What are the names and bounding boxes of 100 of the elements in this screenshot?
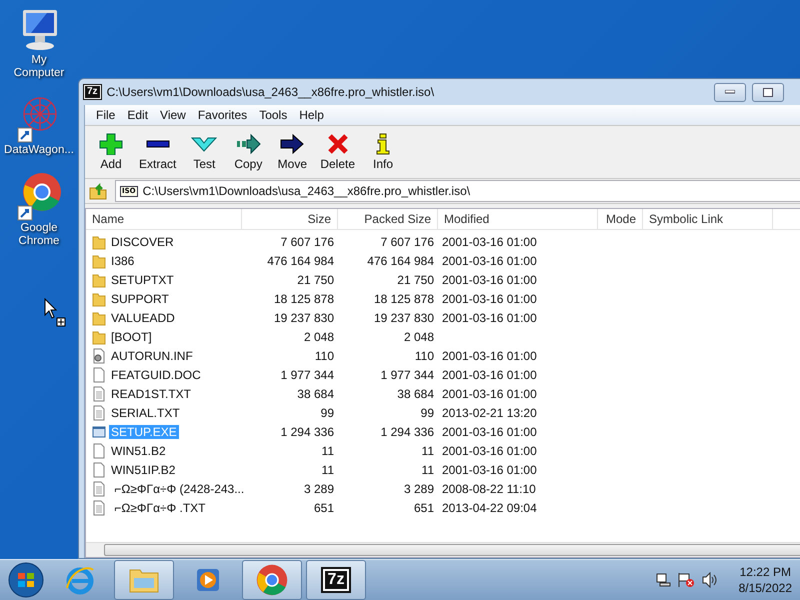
file-name[interactable]: VALUEADD: [109, 310, 177, 324]
table-cell-text: 2001-03-16 01:00: [441, 272, 538, 286]
file-name[interactable]: ⌐Ω≥ΦΓα÷Φ .TXT: [109, 500, 208, 514]
file-name[interactable]: SUPPORT: [109, 292, 171, 306]
table-cell-text: 7 607 176: [380, 234, 435, 248]
window-title: C:\Users\vm1\Downloads\usa_2463__x86fre.pro_whistler.iso\: [106, 85, 436, 99]
document-icon: [92, 366, 106, 382]
file-name[interactable]: FEATGUID.DOC: [109, 368, 203, 382]
text-file-icon: [92, 500, 106, 516]
table-cell-text: 2001-03-16 01:00: [441, 368, 538, 382]
table-cell-text: 2001-03-16 01:00: [441, 292, 538, 306]
chrome-shortcut-icon: [16, 172, 62, 222]
toolbar-button[interactable]: Move: [272, 131, 312, 173]
menu-item[interactable]: View: [155, 108, 191, 122]
text-file-icon: [92, 386, 106, 402]
toolbar-button[interactable]: Test: [184, 131, 224, 173]
folder-up-icon[interactable]: [89, 182, 109, 200]
file-name[interactable]: WIN51IP.B2: [109, 462, 178, 476]
file-name[interactable]: DISCOVER: [109, 234, 176, 248]
program-icon: [92, 424, 106, 440]
table-cell-text: 18 125 878: [372, 292, 435, 306]
folder-icon: [92, 310, 106, 326]
table-cell-text: 651: [412, 500, 435, 514]
toolbar-button[interactable]: Info: [363, 131, 404, 173]
plus-icon: [98, 133, 124, 155]
desktop-icon-label[interactable]: My Computer: [14, 54, 64, 80]
menu-item[interactable]: File: [91, 108, 120, 122]
table-cell-text: 21 750: [396, 272, 435, 286]
table-cell-text: 1 977 344: [280, 368, 335, 382]
toolbar-button[interactable]: Add: [91, 131, 131, 173]
table-cell-text: 3 289: [302, 482, 335, 496]
table-cell-text: 2 048: [402, 330, 435, 344]
volume-icon[interactable]: [700, 572, 719, 588]
desktop-icon-label[interactable]: Google Chrome: [18, 222, 60, 248]
chrome-icon: [256, 564, 288, 596]
column-header[interactable]: Name: [86, 209, 242, 229]
desktop-icon-label[interactable]: DataWagon...: [4, 144, 74, 158]
toolbar-button[interactable]: Delete: [316, 131, 360, 173]
file-name[interactable]: READ1ST.TXT: [109, 386, 194, 400]
table-cell-text: 11: [420, 444, 435, 458]
table-cell-text: 476 164 984: [266, 254, 335, 268]
table-cell-text: 38 684: [296, 386, 335, 400]
table-cell-text: 2 048: [302, 330, 335, 344]
minimize-icon: [725, 90, 735, 94]
taskbar-button[interactable]: 7z: [306, 560, 366, 600]
scrollbar-thumb[interactable]: [104, 544, 800, 556]
table-cell-text: 651: [312, 500, 335, 514]
taskbar-button[interactable]: [114, 560, 174, 600]
table-cell-text: 1 294 336: [380, 424, 435, 438]
menu-item[interactable]: Edit: [122, 108, 154, 122]
table-cell-text: 2008-08-22 11:10: [441, 482, 537, 496]
table-cell-text: 476 164 984: [366, 254, 435, 268]
minimize-button[interactable]: [714, 82, 746, 102]
copy-arrow-icon: [235, 133, 262, 155]
table-cell-text: 11: [320, 444, 335, 458]
maximize-button[interactable]: [752, 82, 784, 102]
folder-icon: [92, 290, 106, 306]
table-cell-text: 21 750: [296, 272, 335, 286]
file-name[interactable]: AUTORUN.INF: [109, 348, 195, 362]
table-cell-text: 2001-03-16 01:00: [441, 234, 538, 248]
file-name[interactable]: ⌐Ω≥ΦΓα÷Φ (2428-243...: [109, 482, 246, 496]
folder-icon: [92, 272, 106, 288]
table-cell-text: 19 237 830: [272, 310, 335, 324]
column-header[interactable]: Size: [242, 209, 338, 229]
table-cell-text: 3 289: [402, 482, 435, 496]
menu-item[interactable]: Tools: [254, 108, 292, 122]
table-cell-text: 2013-04-22 09:04: [441, 500, 538, 514]
menu-item[interactable]: Favorites: [192, 108, 252, 122]
table-cell-text: 1 294 336: [280, 424, 335, 438]
table-cell-text: 38 684: [396, 386, 435, 400]
table-cell-text: 2001-03-16 01:00: [441, 310, 538, 324]
file-name[interactable]: I386: [109, 254, 136, 268]
folder-icon: [92, 328, 106, 344]
toolbar-button[interactable]: Extract: [135, 131, 180, 173]
network-icon[interactable]: [654, 572, 671, 588]
folder-icon: [92, 234, 106, 250]
table-cell-text: 2013-02-21 13:20: [441, 406, 538, 420]
flag-warning-icon[interactable]: [676, 572, 695, 588]
start-orb-icon[interactable]: [6, 561, 46, 599]
taskbar-button[interactable]: [242, 560, 302, 600]
menu-item[interactable]: Help: [294, 108, 329, 122]
app-logo: 7z: [84, 85, 101, 99]
column-header[interactable]: Modified: [438, 209, 598, 229]
maximize-icon: [763, 88, 773, 96]
file-name[interactable]: SERIAL.TXT: [109, 406, 182, 420]
toolbar-button[interactable]: Copy: [228, 131, 268, 173]
file-name[interactable]: WIN51.B2: [109, 444, 168, 458]
column-header[interactable]: Packed Size: [338, 209, 438, 229]
file-name[interactable]: [BOOT]: [109, 330, 154, 344]
table-cell-text: 2001-03-16 01:00: [441, 348, 538, 362]
table-cell-text: 11: [320, 462, 335, 476]
file-name[interactable]: SETUPTXT: [109, 272, 176, 286]
table-cell-text: 99: [320, 406, 335, 420]
table-cell-text: 2001-03-16 01:00: [441, 424, 538, 438]
table-cell-text: 110: [314, 348, 335, 362]
text-file-icon: [92, 404, 106, 420]
column-header[interactable]: Symbolic Link: [643, 209, 773, 229]
table-cell-text: 1 977 344: [380, 368, 435, 382]
clock[interactable]: 12:22 PM 8/15/2022: [738, 564, 792, 596]
column-header[interactable]: Mode: [598, 209, 643, 229]
